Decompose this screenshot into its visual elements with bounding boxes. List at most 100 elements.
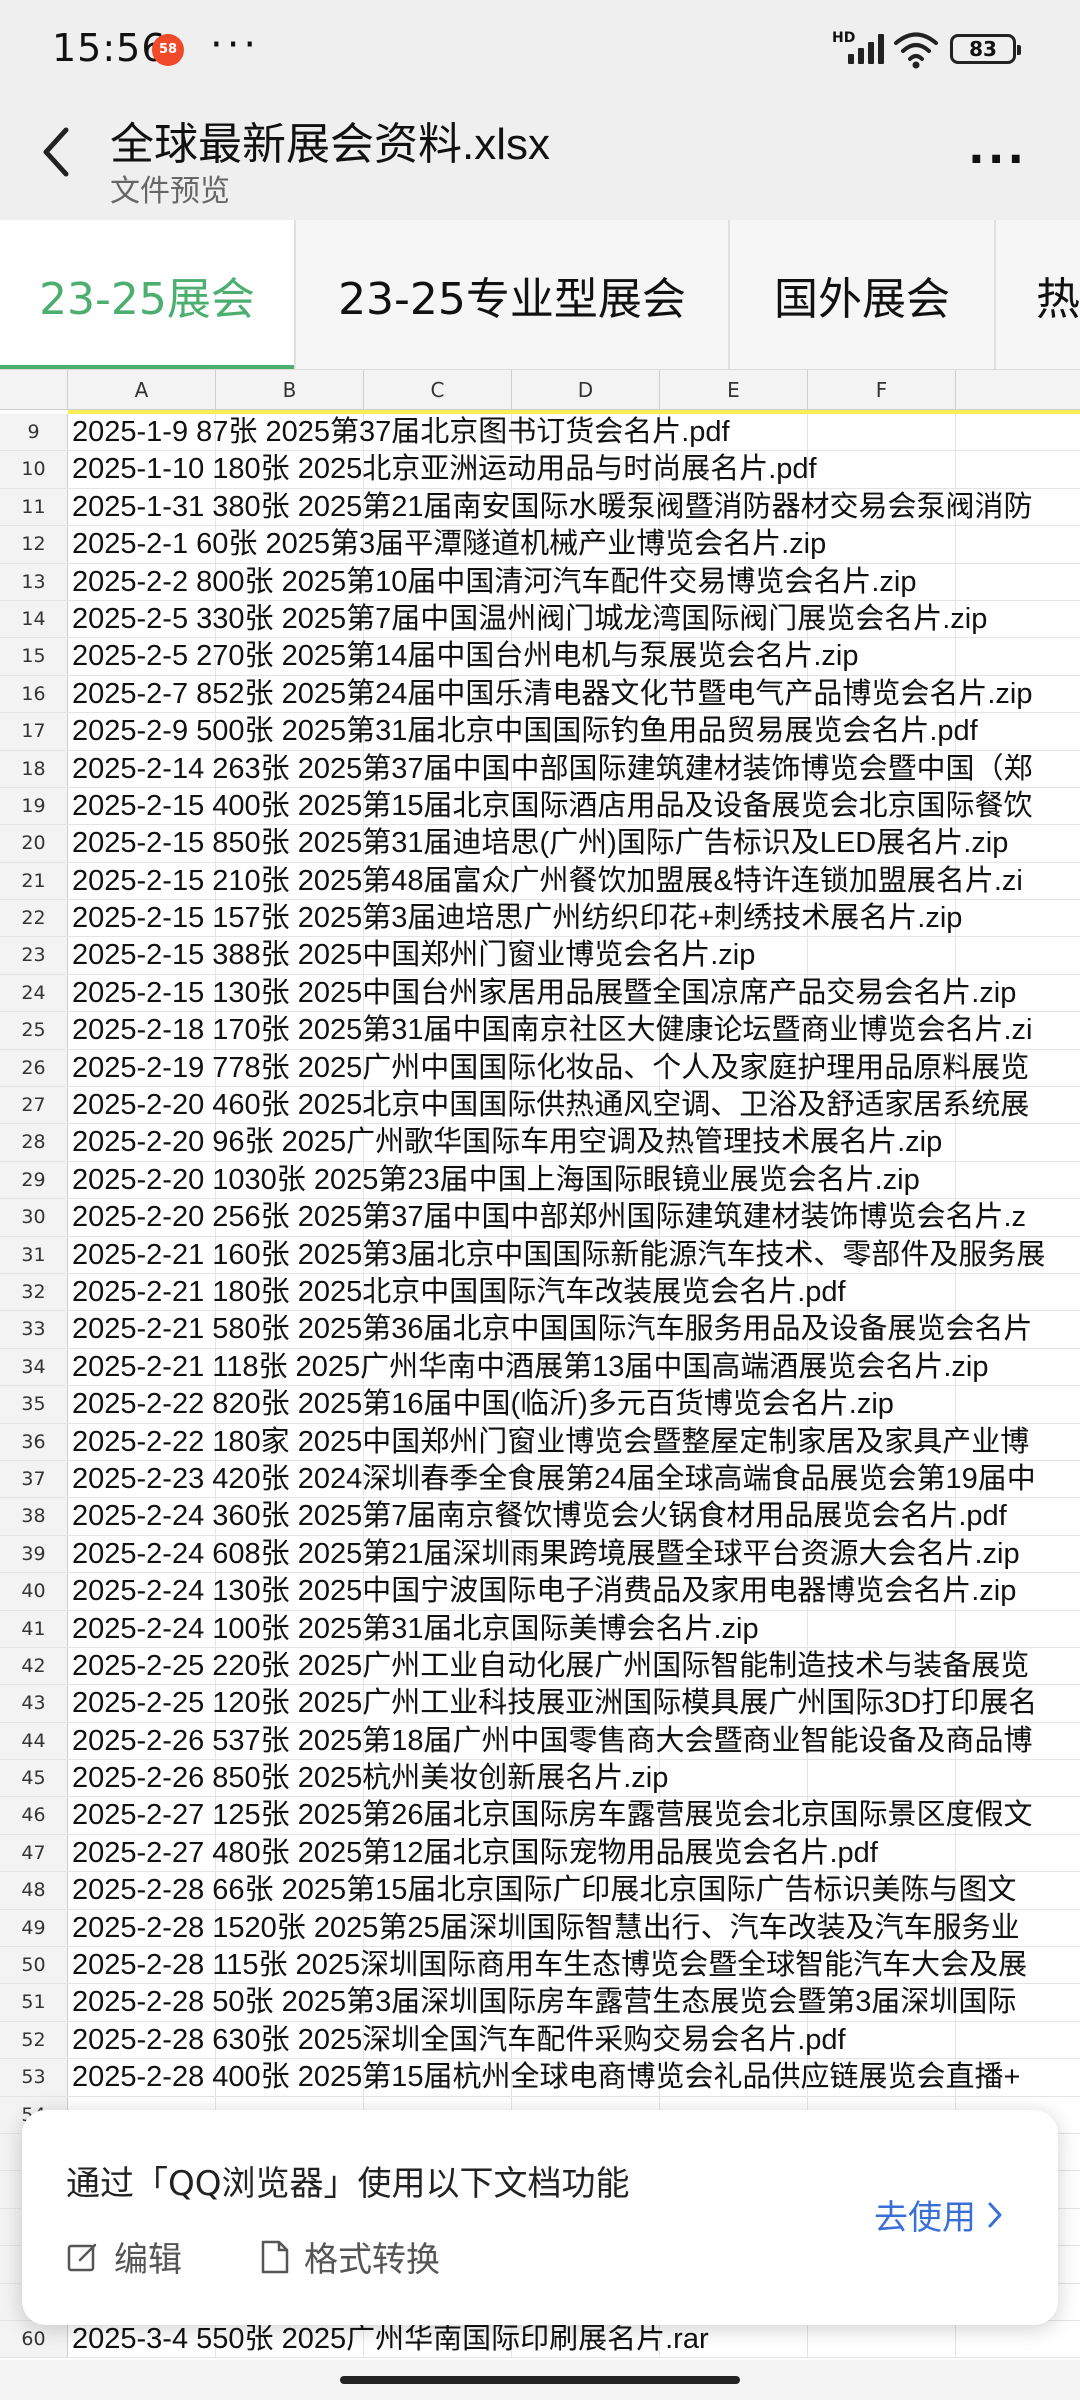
row-number[interactable]: 30 bbox=[0, 1199, 68, 1236]
cell-a[interactable]: 2025-2-26 850张 2025杭州美妆创新展名片.zip bbox=[68, 1760, 1080, 1797]
cell-a[interactable]: 2025-2-15 157张 2025第3届迪培思广州纺织印花+刺绣技术展名片.… bbox=[68, 900, 1080, 937]
table-row[interactable]: 44 2025-2-26 537张 2025第18届广州中国零售商大会暨商业智能设… bbox=[0, 1722, 1080, 1761]
table-row[interactable]: 21 2025-2-15 210张 2025第48届富众广州餐饮加盟展&特许连锁加… bbox=[0, 862, 1080, 901]
cell-a[interactable]: 2025-2-7 852张 2025第24届中国乐清电器文化节暨电气产品博览会名… bbox=[68, 675, 1080, 713]
table-row[interactable]: 9 2025-1-9 87张 2025第37届北京图书订货会名片.pdf bbox=[0, 414, 1080, 452]
row-number[interactable]: 13 bbox=[0, 563, 68, 600]
cell-a[interactable]: 2025-2-28 115张 2025深圳国际商用车生态博览会暨全球智能汽车大会… bbox=[68, 1947, 1080, 1984]
cell-a[interactable]: 2025-2-23 420张 2024深圳春季全食展第24届全球高端食品展览会第… bbox=[68, 1460, 1080, 1498]
column-header[interactable]: D bbox=[512, 370, 660, 409]
row-number[interactable]: 34 bbox=[0, 1348, 68, 1386]
column-header[interactable]: B bbox=[216, 370, 364, 409]
cell-a[interactable]: 2025-2-27 125张 2025第26届北京国际房车露营展览会北京国际景区… bbox=[68, 1797, 1080, 1834]
table-row[interactable]: 60 2025-3-4 550张 2025广州华南国际印刷展名片.rar bbox=[0, 2320, 1080, 2359]
more-options-icon[interactable]: ··· bbox=[968, 134, 1027, 185]
table-row[interactable]: 53 2025-2-28 400张 2025第15届杭州全球电商博览会礼品供应链展… bbox=[0, 2059, 1080, 2097]
table-row[interactable]: 46 2025-2-27 125张 2025第26届北京国际房车露营展览会北京国际… bbox=[0, 1797, 1080, 1835]
cell-a[interactable]: 2025-2-20 460张 2025北京中国国际供热通风空调、卫浴及舒适家居系… bbox=[68, 1087, 1080, 1124]
table-row[interactable]: 23 2025-2-15 388张 2025中国郑州门窗业博览会名片.zip bbox=[0, 937, 1080, 975]
row-number[interactable]: 51 bbox=[0, 1984, 68, 2021]
table-row[interactable]: 31 2025-2-21 160张 2025第3届北京中国国际新能源汽车技术、零部… bbox=[0, 1236, 1080, 1274]
table-row[interactable]: 40 2025-2-24 130张 2025中国宁波国际电子消费品及家用电器博览会… bbox=[0, 1573, 1080, 1611]
row-number[interactable]: 28 bbox=[0, 1124, 68, 1161]
cell-a[interactable]: 2025-2-27 480张 2025第12届北京国际宠物用品展览会名片.pdf bbox=[68, 1834, 1080, 1872]
cell-a[interactable]: 2025-2-25 120张 2025广州工业科技展亚洲国际模具展广州国际3D打… bbox=[68, 1685, 1080, 1722]
row-number[interactable]: 25 bbox=[0, 1012, 68, 1049]
row-number[interactable]: 17 bbox=[0, 713, 68, 750]
cell-a[interactable]: 2025-2-22 820张 2025第16届中国(临沂)多元百货博览会名片.z… bbox=[68, 1386, 1080, 1423]
tab-hot[interactable]: 热 bbox=[996, 220, 1080, 369]
cell-a[interactable]: 2025-2-15 210张 2025第48届富众广州餐饮加盟展&特许连锁加盟展… bbox=[68, 862, 1080, 900]
table-row[interactable]: 51 2025-2-28 50张 2025第3届深圳国际房车露营生态展览会暨第3届… bbox=[0, 1984, 1080, 2022]
cell-a[interactable]: 2025-2-28 400张 2025第15届杭州全球电商博览会礼品供应链展览会… bbox=[68, 2059, 1080, 2096]
spreadsheet-grid[interactable]: A B C D E F 9 2025-1-9 87张 2025第37届北京图书订货… bbox=[0, 370, 1080, 2360]
cell-a[interactable]: 2025-2-24 360张 2025第7届南京餐饮博览会火锅食材用品展览会名片… bbox=[68, 1498, 1080, 1535]
table-row[interactable]: 34 2025-2-21 118张 2025广州华南中酒展第13届中国高端酒展览会… bbox=[0, 1348, 1080, 1387]
row-number[interactable]: 36 bbox=[0, 1423, 68, 1460]
row-number[interactable]: 60 bbox=[0, 2320, 68, 2358]
table-row[interactable]: 30 2025-2-20 256张 2025第37届中国中部郑州国际建筑建材装饰博… bbox=[0, 1199, 1080, 1237]
table-row[interactable]: 45 2025-2-26 850张 2025杭州美妆创新展名片.zip bbox=[0, 1760, 1080, 1798]
go-use-button[interactable]: 去使用 bbox=[874, 2190, 1004, 2239]
cell-a[interactable]: 2025-2-24 130张 2025中国宁波国际电子消费品及家用电器博览会名片… bbox=[68, 1573, 1080, 1610]
table-row[interactable]: 18 2025-2-14 263张 2025第37届中国中部国际建筑建材装饰博览会… bbox=[0, 750, 1080, 788]
cell-a[interactable]: 2025-2-5 270张 2025第14届中国台州电机与泵展览会名片.zip bbox=[68, 638, 1080, 675]
table-row[interactable]: 27 2025-2-20 460张 2025北京中国国际供热通风空调、卫浴及舒适家… bbox=[0, 1087, 1080, 1125]
cell-a[interactable]: 2025-1-31 380张 2025第21届南安国际水暖泵阀暨消防器材交易会泵… bbox=[68, 488, 1080, 526]
row-number[interactable]: 44 bbox=[0, 1722, 68, 1760]
row-number[interactable]: 20 bbox=[0, 825, 68, 862]
row-number[interactable]: 41 bbox=[0, 1610, 68, 1647]
tab-foreign-exhibitions[interactable]: 国外展会 bbox=[730, 220, 996, 369]
column-header[interactable]: E bbox=[660, 370, 808, 409]
cell-a[interactable]: 2025-2-25 220张 2025广州工业自动化展广州国际智能制造技术与装备… bbox=[68, 1647, 1080, 1685]
row-number[interactable]: 33 bbox=[0, 1311, 68, 1348]
column-header[interactable]: C bbox=[364, 370, 512, 409]
cell-a[interactable]: 2025-2-24 608张 2025第21届深圳雨果跨境展暨全球平台资源大会名… bbox=[68, 1535, 1080, 1573]
table-row[interactable]: 47 2025-2-27 480张 2025第12届北京国际宠物用品展览会名片.p… bbox=[0, 1834, 1080, 1873]
tab-23-25-professional-exhibitions[interactable]: 23-25专业型展会 bbox=[296, 220, 730, 369]
cell-a[interactable]: 2025-2-21 118张 2025广州华南中酒展第13届中国高端酒展览会名片… bbox=[68, 1348, 1080, 1386]
cell-a[interactable]: 2025-2-28 1520张 2025第25届深圳国际智慧出行、汽车改装及汽车… bbox=[68, 1909, 1080, 1947]
row-number[interactable]: 22 bbox=[0, 900, 68, 937]
row-number[interactable]: 14 bbox=[0, 600, 68, 638]
cell-a[interactable]: 2025-2-21 180张 2025北京中国国际汽车改装展览会名片.pdf bbox=[68, 1273, 1080, 1311]
row-number[interactable]: 40 bbox=[0, 1573, 68, 1610]
cell-a[interactable]: 2025-2-24 100张 2025第31届北京国际美博会名片.zip bbox=[68, 1610, 1080, 1647]
table-row[interactable]: 32 2025-2-21 180张 2025北京中国国际汽车改装展览会名片.pdf bbox=[0, 1273, 1080, 1312]
row-number[interactable]: 9 bbox=[0, 414, 68, 451]
table-row[interactable]: 11 2025-1-31 380张 2025第21届南安国际水暖泵阀暨消防器材交易… bbox=[0, 488, 1080, 527]
row-number[interactable]: 32 bbox=[0, 1273, 68, 1311]
cell-a[interactable]: 2025-2-19 778张 2025广州中国国际化妆品、个人及家庭护理用品原料… bbox=[68, 1049, 1080, 1087]
row-number[interactable]: 35 bbox=[0, 1386, 68, 1423]
table-row[interactable]: 10 2025-1-10 180张 2025北京亚洲运动用品与时尚展名片.pdf bbox=[0, 451, 1080, 489]
cell-a[interactable]: 2025-2-28 66张 2025第15届北京国际广印展北京国际广告标识美陈与… bbox=[68, 1872, 1080, 1909]
cell-a[interactable]: 2025-2-14 263张 2025第37届中国中部国际建筑建材装饰博览会暨中… bbox=[68, 750, 1080, 787]
table-row[interactable]: 15 2025-2-5 270张 2025第14届中国台州电机与泵展览会名片.zi… bbox=[0, 638, 1080, 676]
edit-button[interactable]: 编辑 bbox=[66, 2232, 182, 2281]
row-number[interactable]: 15 bbox=[0, 638, 68, 675]
table-row[interactable]: 43 2025-2-25 120张 2025广州工业科技展亚洲国际模具展广州国际3… bbox=[0, 1685, 1080, 1723]
table-row[interactable]: 28 2025-2-20 96张 2025广州歌华国际车用空调及热管理技术展名片.… bbox=[0, 1124, 1080, 1162]
table-row[interactable]: 20 2025-2-15 850张 2025第31届迪培思(广州)国际广告标识及L… bbox=[0, 825, 1080, 863]
corner-cell[interactable] bbox=[0, 370, 68, 409]
column-header[interactable]: A bbox=[68, 370, 216, 409]
table-row[interactable]: 36 2025-2-22 180家 2025中国郑州门窗业博览会暨整屋定制家居及家… bbox=[0, 1423, 1080, 1461]
cell-a[interactable]: 2025-2-20 96张 2025广州歌华国际车用空调及热管理技术展名片.zi… bbox=[68, 1124, 1080, 1161]
row-number[interactable]: 49 bbox=[0, 1909, 68, 1947]
table-row[interactable]: 52 2025-2-28 630张 2025深圳全国汽车配件采购交易会名片.pdf bbox=[0, 2021, 1080, 2060]
table-row[interactable]: 13 2025-2-2 800张 2025第10届中国清河汽车配件交易博览会名片.… bbox=[0, 563, 1080, 601]
row-number[interactable]: 39 bbox=[0, 1535, 68, 1573]
cell-a[interactable]: 2025-2-21 160张 2025第3届北京中国国际新能源汽车技术、零部件及… bbox=[68, 1236, 1080, 1273]
cell-a[interactable]: 2025-2-18 170张 2025第31届中国南京社区大健康论坛暨商业博览会… bbox=[68, 1012, 1080, 1049]
table-row[interactable]: 14 2025-2-5 330张 2025第7届中国温州阀门城龙湾国际阀门展览会名… bbox=[0, 600, 1080, 639]
row-number[interactable]: 53 bbox=[0, 2059, 68, 2096]
cell-a[interactable]: 2025-3-4 550张 2025广州华南国际印刷展名片.rar bbox=[68, 2320, 1080, 2358]
row-number[interactable]: 24 bbox=[0, 974, 68, 1012]
row-number[interactable]: 31 bbox=[0, 1236, 68, 1273]
cell-a[interactable]: 2025-2-2 800张 2025第10届中国清河汽车配件交易博览会名片.zi… bbox=[68, 563, 1080, 600]
row-number[interactable]: 46 bbox=[0, 1797, 68, 1834]
cell-a[interactable]: 2025-2-20 1030张 2025第23届中国上海国际眼镜业展览会名片.z… bbox=[68, 1161, 1080, 1199]
table-row[interactable]: 29 2025-2-20 1030张 2025第23届中国上海国际眼镜业展览会名片… bbox=[0, 1161, 1080, 1200]
cell-a[interactable]: 2025-2-15 850张 2025第31届迪培思(广州)国际广告标识及LED… bbox=[68, 825, 1080, 862]
cell-a[interactable]: 2025-1-10 180张 2025北京亚洲运动用品与时尚展名片.pdf bbox=[68, 451, 1080, 488]
